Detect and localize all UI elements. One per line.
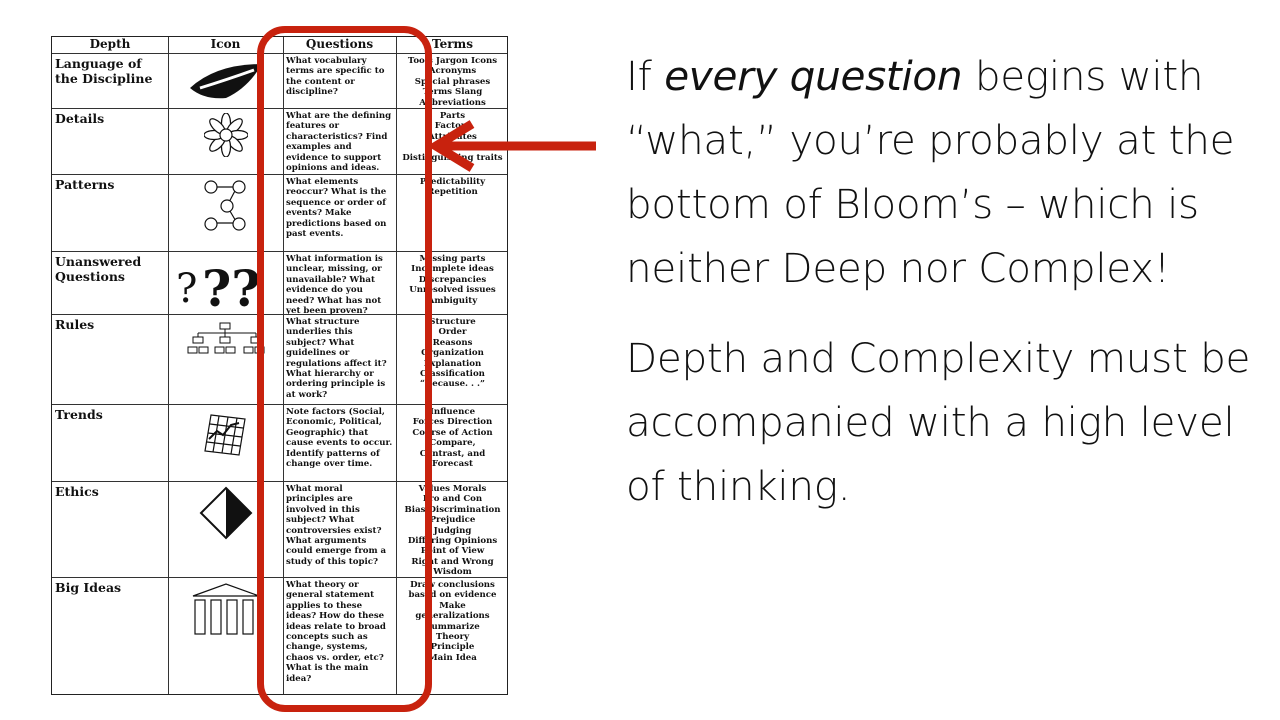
svg-text:?: ? xyxy=(176,266,197,310)
paragraph-2: Depth and Complexity must be accompanied… xyxy=(626,334,1251,510)
temple-icon xyxy=(192,583,259,635)
depth-label: Patterns xyxy=(55,177,115,192)
pattern-chain-icon xyxy=(203,180,246,231)
depth-label: Ethics xyxy=(55,484,99,499)
depth-label: Trends xyxy=(55,407,103,422)
depth-label: Rules xyxy=(55,317,95,332)
paragraph-1: If every question begins with “what,” yo… xyxy=(626,44,1266,300)
slide-text: If every question begins with “what,” yo… xyxy=(626,44,1266,518)
lips-icon xyxy=(189,64,262,99)
depth-label: Details xyxy=(55,111,105,126)
depth-label: Language of the Discipline xyxy=(55,56,153,86)
flower-icon xyxy=(203,113,248,157)
svg-text:??: ?? xyxy=(202,259,261,310)
header-depth: Depth xyxy=(89,37,131,51)
depth-label: Unanswered Questions xyxy=(55,254,142,284)
half-diamond-icon xyxy=(199,486,252,540)
p1-emphasis: every question xyxy=(664,52,963,100)
questions-highlight-box xyxy=(257,26,432,712)
p1-prefix: If xyxy=(626,52,665,100)
trend-chart-icon xyxy=(203,414,246,456)
depth-label: Big Ideas xyxy=(55,580,122,595)
hierarchy-icon xyxy=(187,322,264,354)
